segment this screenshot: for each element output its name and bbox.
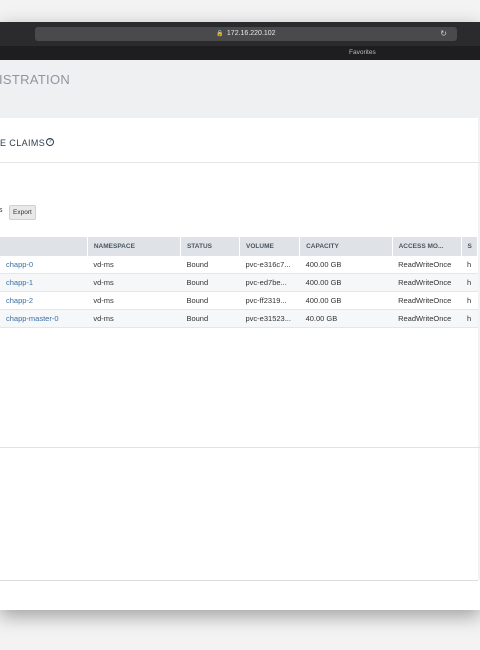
column-header-volume[interactable]: VOLUME: [239, 237, 301, 256]
url-text: 172.16.220.102: [226, 30, 276, 37]
divider: [0, 162, 480, 163]
namespace-cell: vd-ms: [87, 291, 181, 310]
namespace-cell: vd-ms: [87, 273, 181, 292]
status-cell: Bound: [180, 256, 240, 274]
column-header-namespace[interactable]: NAMESPACE: [87, 237, 181, 256]
access-mode-cell: ReadWriteOnce: [392, 309, 462, 328]
claims-table: NAMESPACE STATUS VOLUME CAPACITY ACCESS …: [0, 237, 479, 328]
capacity-cell: 400.00 GB: [299, 291, 393, 310]
access-mode-cell: ReadWriteOnce: [392, 291, 462, 310]
claim-name-link[interactable]: chapp-master-0: [0, 309, 88, 328]
column-header-storage[interactable]: S: [461, 237, 479, 256]
namespace-cell: vd-ms: [87, 309, 181, 328]
help-icon[interactable]: ?: [46, 138, 55, 146]
column-header-capacity[interactable]: CAPACITY: [299, 237, 393, 256]
status-cell: Bound: [180, 291, 240, 310]
page-title: E CLAIMS?: [0, 138, 55, 148]
table-header-row: NAMESPACE STATUS VOLUME CAPACITY ACCESS …: [0, 237, 479, 256]
lock-icon: 🔒: [216, 31, 224, 37]
column-header-status[interactable]: STATUS: [180, 237, 241, 256]
table-row[interactable]: chapp-master-0 vd-ms Bound pvc-e31523...…: [0, 309, 478, 328]
column-header-access-mode[interactable]: ACCESS MO...: [392, 237, 462, 256]
storage-cell: h: [461, 273, 478, 292]
namespace-cell: vd-ms: [87, 256, 181, 274]
access-mode-cell: ReadWriteOnce: [392, 256, 462, 274]
table-row[interactable]: chapp-2 vd-ms Bound pvc-ff2319... 400.00…: [0, 291, 478, 310]
volume-cell: pvc-ed7be...: [239, 273, 300, 292]
column-header-name[interactable]: [0, 237, 88, 256]
status-cell: Bound: [180, 273, 240, 292]
favorites-label[interactable]: Favorites: [349, 46, 376, 60]
reload-icon[interactable]: ↻: [440, 27, 447, 41]
toolbar-text: s: [0, 207, 3, 214]
access-mode-cell: ReadWriteOnce: [392, 273, 462, 292]
claims-card: E CLAIMS? s Export NAMESPACE STATUS VOLU…: [0, 118, 480, 581]
page-title-text: E CLAIMS: [0, 138, 46, 148]
storage-cell: h: [461, 256, 478, 274]
storage-cell: h: [461, 309, 478, 328]
divider: [0, 447, 480, 448]
capacity-cell: 40.00 GB: [299, 309, 393, 328]
table-row[interactable]: chapp-1 vd-ms Bound pvc-ed7be... 400.00 …: [0, 273, 478, 292]
claim-name-link[interactable]: chapp-2: [0, 291, 88, 310]
capacity-cell: 400.00 GB: [299, 273, 393, 292]
content-panel: E CLAIMS? s Export NAMESPACE STATUS VOLU…: [0, 118, 480, 581]
claim-name-link[interactable]: chapp-0: [0, 256, 88, 274]
browser-titlebar: 🔒 172.16.220.102 ↻: [0, 22, 480, 46]
volume-cell: pvc-e31523...: [239, 309, 300, 328]
status-cell: Bound: [180, 309, 240, 328]
capacity-cell: 400.00 GB: [299, 256, 393, 274]
export-button[interactable]: Export: [9, 205, 36, 220]
storage-cell: h: [461, 291, 478, 310]
address-bar[interactable]: 🔒 172.16.220.102 ↻: [35, 27, 457, 41]
volume-cell: pvc-ff2319...: [239, 291, 300, 310]
volume-cell: pvc-e316c7...: [239, 256, 300, 274]
app-header: ISTRATION: [0, 60, 480, 119]
app-title: ISTRATION: [0, 72, 71, 87]
browser-window: 🔒 172.16.220.102 ↻ Favorites ISTRATION E …: [0, 22, 480, 610]
claim-name-link[interactable]: chapp-1: [0, 273, 88, 292]
favorites-bar: Favorites: [0, 46, 480, 60]
table-row[interactable]: chapp-0 vd-ms Bound pvc-e316c7... 400.00…: [0, 256, 478, 274]
